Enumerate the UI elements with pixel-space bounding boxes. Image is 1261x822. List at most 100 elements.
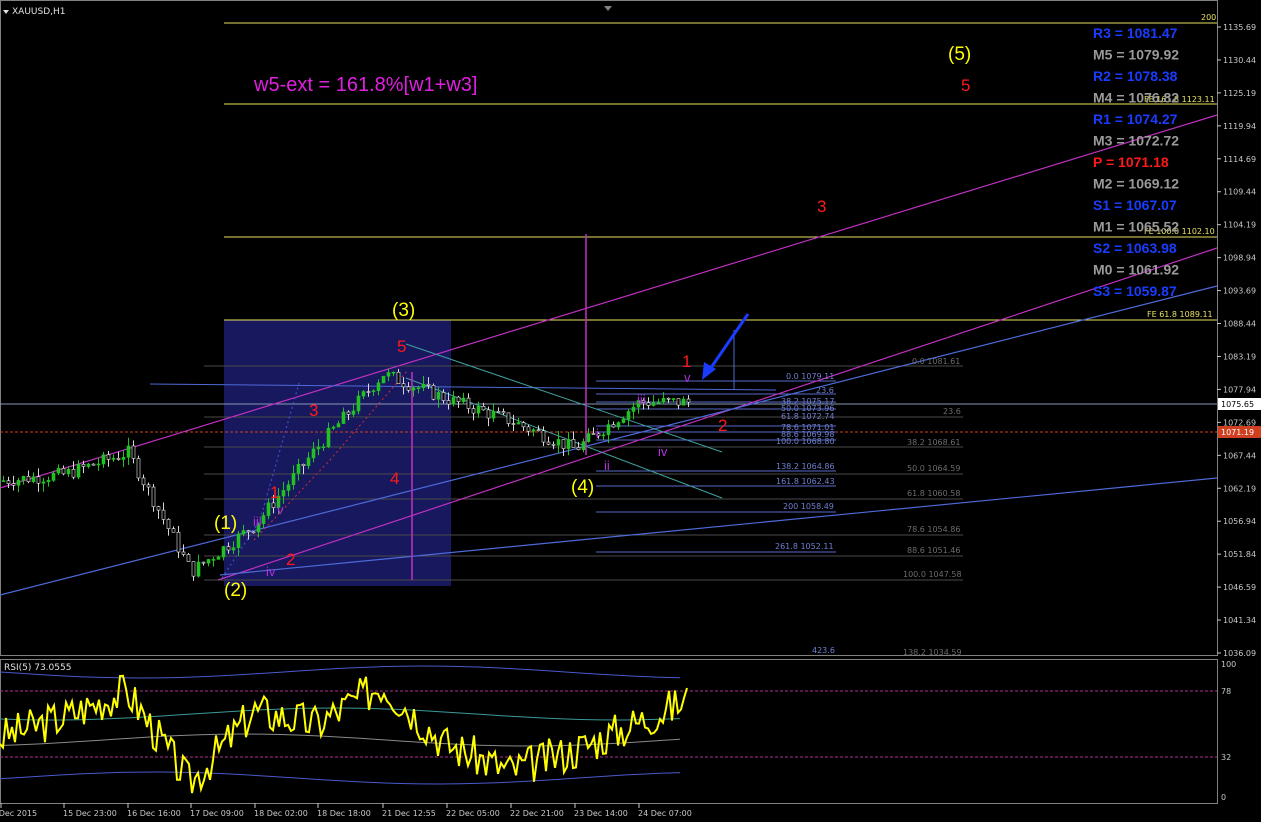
price-tick-label: 1051.84 <box>1223 550 1256 559</box>
candle-body <box>481 406 486 411</box>
candle-body <box>316 446 321 450</box>
candle-body <box>31 476 36 482</box>
candle-body <box>426 383 431 386</box>
candle-body <box>56 468 61 474</box>
fib2-label-236: 23.6 <box>943 407 961 416</box>
fib1-label-236: 23.6 <box>816 386 834 395</box>
candle-body <box>226 546 231 551</box>
pivot-level-label: M1 = 1065.52 <box>1093 219 1179 235</box>
candle-body <box>246 530 251 533</box>
time-tick-label: 24 Dec 07:00 <box>638 809 692 818</box>
candle-body <box>601 434 606 437</box>
candle-body <box>511 423 516 425</box>
rsi-label: RSI(5) 73.0555 <box>4 663 71 673</box>
candle-body <box>271 502 276 508</box>
candle-body <box>671 398 676 400</box>
trend-lines[interactable] <box>0 114 1218 596</box>
candle-body <box>401 383 406 388</box>
wave-label-1: (1) <box>214 513 237 534</box>
price-tick-label: 1109.44 <box>1223 188 1256 197</box>
fib2-label-786: 78.6 1054.86 <box>907 525 960 534</box>
candle-body <box>296 464 301 474</box>
candle-body <box>406 386 411 391</box>
candle-body <box>336 423 341 428</box>
minor-label-i: i <box>596 426 599 441</box>
candle-body <box>286 484 291 491</box>
candle-body <box>196 561 201 577</box>
candle-body <box>161 509 166 520</box>
candle-body <box>621 419 626 423</box>
pivot-levels-panel: R3 = 1081.47 M5 = 1079.92 R2 = 1078.38 M4 =… <box>1093 25 1179 299</box>
minor-label-iv: iv <box>266 564 276 579</box>
candle-body <box>556 439 561 446</box>
candle-body <box>541 430 546 443</box>
candle-body <box>546 441 551 445</box>
red-label-2b: 2 <box>718 416 727 435</box>
candle-body <box>411 387 416 391</box>
candle-body <box>81 464 86 467</box>
candle-body <box>216 556 221 560</box>
candle-body <box>521 422 526 428</box>
candle-body <box>331 426 336 429</box>
fib1-label-200: 200 1058.49 <box>783 502 834 511</box>
candle-body <box>676 398 681 406</box>
price-tick-label: 1119.94 <box>1223 122 1256 131</box>
candle-body <box>236 533 241 549</box>
candle-body <box>451 396 456 405</box>
pivot-level-label: S2 = 1063.98 <box>1093 240 1177 256</box>
pivot-level-label: S1 = 1067.07 <box>1093 197 1177 213</box>
candle-body <box>381 375 386 384</box>
time-tick-label: 22 Dec 05:00 <box>446 809 500 818</box>
minor-label-iii-b: iii <box>637 392 646 407</box>
minor-label-iii: iii <box>253 514 262 529</box>
time-tick-label: 18 Dec 02:00 <box>254 809 308 818</box>
candle-body <box>471 408 476 414</box>
candle-body <box>16 479 21 486</box>
red-label-2: 2 <box>286 550 295 569</box>
candle-body <box>231 547 236 551</box>
candle-body <box>306 457 311 466</box>
candle-body <box>371 390 376 393</box>
pivot-level-label: M0 = 1061.92 <box>1093 262 1179 278</box>
candle-body <box>516 422 521 425</box>
candle-body <box>666 397 671 400</box>
time-tick-label: 23 Dec 14:00 <box>574 809 628 818</box>
price-tick-label: 1056.94 <box>1223 517 1256 526</box>
shift-marker-icon[interactable] <box>604 6 612 11</box>
candle-body <box>341 411 346 424</box>
candle-body <box>661 397 666 403</box>
pivot-level-label: S3 = 1059.87 <box>1093 283 1177 299</box>
bid-price-label: 1071.19 <box>1221 428 1254 437</box>
candle-body <box>111 457 116 460</box>
current-price-label: 1075.65 <box>1221 400 1254 409</box>
symbol-menu-icon[interactable] <box>3 10 9 14</box>
price-tick-label: 1046.59 <box>1223 583 1256 592</box>
candle-body <box>51 472 56 481</box>
candle-body <box>91 463 96 466</box>
red-label-4: 4 <box>390 469 399 488</box>
candle-body <box>526 426 531 432</box>
fib1-label-618: 61.8 1072.74 <box>781 412 834 421</box>
rsi-bands <box>0 665 681 785</box>
candle-body <box>36 476 41 484</box>
pivot-level-label: P = 1071.18 <box>1093 154 1169 170</box>
rsi-tick-label: 100 <box>1221 660 1236 669</box>
time-tick-label: 15 Dec 23:00 <box>63 809 117 818</box>
time-tick-label: 21 Dec 12:55 <box>382 809 436 818</box>
pivot-level-label: M3 = 1072.72 <box>1093 133 1179 149</box>
price-chart[interactable]: 1135.69 1130.44 1125.19 1119.94 1114.69 1109.… <box>0 0 1261 822</box>
candle-body <box>591 433 596 435</box>
candle-body <box>586 433 591 442</box>
rsi-axis: 100 78 32 0 <box>1221 660 1236 802</box>
time-tick-label: 18 Dec 18:00 <box>317 809 371 818</box>
fib1-label-4236: 423.6 <box>812 646 835 655</box>
candle-body <box>1 480 6 482</box>
candle-body <box>506 412 511 424</box>
fib2-label-50: 50.0 1064.59 <box>907 464 960 473</box>
candle-body <box>11 483 16 486</box>
pivot-level-label: R2 = 1078.38 <box>1093 68 1178 84</box>
wave-label-2: (2) <box>224 580 247 601</box>
fib1-label-100: 100.0 1068.80 <box>776 437 835 446</box>
candle-body <box>536 429 541 432</box>
minor-label-iv-b: iv <box>658 444 668 459</box>
